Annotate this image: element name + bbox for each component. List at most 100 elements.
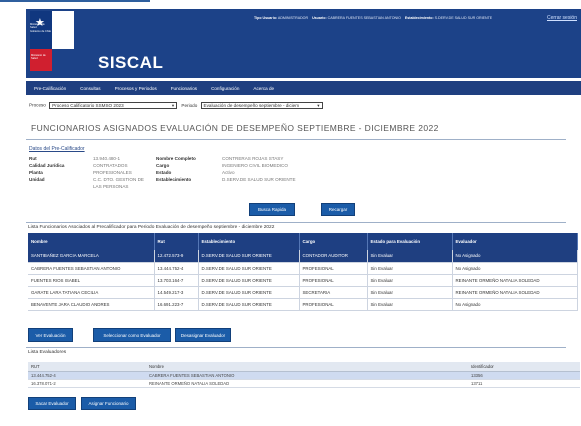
estado-label: Estado bbox=[156, 170, 172, 175]
table-row[interactable]: SANTIBAÑEZ GARCIA MARCELA 12.472.573-9 D… bbox=[28, 250, 578, 263]
menu-item-consultas[interactable]: Consultas bbox=[80, 86, 100, 91]
cell-cargo: CONTADOR AUDITOR bbox=[299, 250, 368, 263]
reload-button[interactable]: Recargar bbox=[321, 203, 355, 216]
establishment-label: Establecimiento: bbox=[404, 16, 434, 20]
menu-item-procesos[interactable]: Procesos y Periodos bbox=[115, 86, 157, 91]
column-header-estado[interactable]: Estado para Evaluación bbox=[367, 233, 453, 250]
table-row[interactable]: 16.378.071-2 REINANTE ORMEÑO NATALIA SOL… bbox=[28, 379, 580, 388]
government-logo: ★ Ministerio de Salud Gobierno de Chile M… bbox=[30, 11, 80, 71]
cell-cargo: PROFESIONAL bbox=[299, 298, 368, 311]
process-label: Proceso bbox=[29, 102, 46, 108]
period-select[interactable]: Evaluación de desempeño septiembre - dic… bbox=[200, 102, 323, 109]
divider bbox=[26, 347, 566, 348]
cargo-label: Cargo bbox=[156, 163, 170, 168]
app-title: SISCAL bbox=[98, 53, 164, 72]
view-evaluation-button[interactable]: Ver Evaluación bbox=[28, 328, 73, 342]
quick-search-button[interactable]: Busca Rapida bbox=[249, 203, 295, 216]
estado-value: Activo bbox=[222, 170, 235, 175]
user-info: Tipo Usuario: ADMINISTRADOR Usuario: CAB… bbox=[254, 16, 492, 20]
table-header-row: Nombre Rut Establecimiento Cargo Estado … bbox=[28, 233, 578, 250]
menu-item-acerca[interactable]: Acerca de bbox=[253, 86, 274, 91]
main-menu: Pre-Calificación Consultas Procesos y Pe… bbox=[26, 81, 581, 95]
evaluadores-list-title: Lista Evaluadores bbox=[28, 350, 67, 355]
cell-estado: Sin Evaluar bbox=[367, 274, 453, 287]
menu-item-precalificacion[interactable]: Pre-Calificación bbox=[34, 86, 66, 91]
column-header-rut[interactable]: RUT bbox=[28, 362, 146, 372]
user-label: Usuario: bbox=[312, 16, 327, 20]
unidad-label: Unidad bbox=[29, 177, 45, 182]
rut-label: Rut bbox=[29, 156, 37, 161]
cell-establecimiento: D.SERV.DE SALUD SUR ORIENTE bbox=[198, 298, 300, 311]
column-header-cargo[interactable]: Cargo bbox=[299, 233, 368, 250]
assign-staff-button[interactable]: Asignar Funcionario bbox=[81, 397, 136, 410]
calidad-label: Calidad Jurídica bbox=[29, 163, 65, 168]
app-header: ★ Ministerio de Salud Gobierno de Chile M… bbox=[26, 9, 581, 78]
cell-identificador: 13711 bbox=[468, 379, 580, 388]
column-header-establecimiento[interactable]: Establecimiento bbox=[198, 233, 300, 250]
cell-rut: 13.703.164-7 bbox=[154, 274, 199, 287]
establecimiento-label: Establecimiento bbox=[156, 177, 192, 182]
cell-cargo: SECRETARIA bbox=[299, 286, 368, 299]
cell-rut: 13.444.752-4 bbox=[28, 371, 146, 380]
cell-nombre: CABRERA FUENTES SEBASTIAN ANTONIO bbox=[28, 262, 155, 275]
menu-item-configuracion[interactable]: Configuración bbox=[211, 86, 239, 91]
planta-label: Planta bbox=[29, 170, 43, 175]
divider bbox=[26, 222, 566, 223]
table-row[interactable]: BENAVENTE JARA CLAUDIO ANDRES 16.691.223… bbox=[28, 298, 578, 311]
select-evaluator-button[interactable]: Seleccionar como Evaluador bbox=[93, 328, 171, 342]
funcionarios-table: Nombre Rut Establecimiento Cargo Estado … bbox=[28, 233, 578, 311]
table-row[interactable]: CABRERA FUENTES SEBASTIAN ANTONIO 13.444… bbox=[28, 262, 578, 275]
period-select-value: Evaluación de desempeño septiembre - dic… bbox=[203, 103, 300, 108]
establecimiento-value: D.SERV.DE SALUD SUR ORIENTE bbox=[222, 177, 296, 182]
planta-value: PROFESIONALES bbox=[93, 170, 132, 175]
remove-evaluator-button[interactable]: Sacar Evaluador bbox=[28, 397, 76, 410]
cell-rut: 14.549.217-3 bbox=[154, 286, 199, 299]
cell-nombre: CABRERA FUENTES SEBASTIAN ANTONIO bbox=[146, 371, 468, 380]
ministry-name-2: Ministerio de Salud bbox=[31, 54, 46, 61]
cell-establecimiento: D.SERV.DE SALUD SUR ORIENTE bbox=[198, 262, 300, 275]
ministry-name: Ministerio de Salud bbox=[30, 23, 45, 30]
nombre-value: CONTRERAS ROJAS STASY bbox=[222, 156, 284, 161]
chevron-down-icon: ▾ bbox=[317, 103, 320, 108]
cell-evaluador: REINANTE ORMEÑO NATALIA SOLEDAD bbox=[452, 274, 578, 287]
rut-value: 13.940.480-1 bbox=[93, 156, 121, 161]
cargo-value: INGENIERO CIVIL BIOMEDICO bbox=[222, 163, 288, 168]
user-type: ADMINISTRADOR bbox=[277, 16, 309, 20]
table-header-row: RUT Nombre Identificador bbox=[28, 362, 580, 372]
cell-establecimiento: D.SERV.DE SALUD SUR ORIENTE bbox=[198, 286, 300, 299]
table-row[interactable]: GARATE LARA TATIANA CECILIA 14.549.217-3… bbox=[28, 286, 578, 299]
cell-nombre: BENAVENTE JARA CLAUDIO ANDRES bbox=[28, 298, 155, 311]
logout-link[interactable]: Cerrar sesión bbox=[547, 15, 577, 21]
cell-nombre: GARATE LARA TATIANA CECILIA bbox=[28, 286, 155, 299]
column-header-nombre[interactable]: Nombre bbox=[146, 362, 468, 372]
period-label: Periodo bbox=[181, 102, 198, 108]
cell-cargo: PROFESIONAL bbox=[299, 262, 368, 275]
column-header-identificador[interactable]: Identificador bbox=[468, 362, 580, 372]
table-row[interactable]: 13.444.752-4 CABRERA FUENTES SEBASTIAN A… bbox=[28, 371, 580, 380]
column-header-nombre[interactable]: Nombre bbox=[28, 233, 155, 250]
column-header-evaluador[interactable]: Evaluador bbox=[452, 233, 578, 250]
unassign-evaluator-button[interactable]: Desasignar Evaluador bbox=[175, 328, 231, 342]
cell-rut: 13.444.752-4 bbox=[154, 262, 199, 275]
cell-estado: Sin Evaluar bbox=[367, 250, 453, 263]
cell-establecimiento: D.SERV.DE SALUD SUR ORIENTE bbox=[198, 274, 300, 287]
menu-item-funcionarios[interactable]: Funcionarios bbox=[171, 86, 197, 91]
process-select[interactable]: Proceso Calificatorio SSMSO 2023 ▾ bbox=[49, 102, 178, 109]
cell-nombre: FUENTES RIOS ISABEL bbox=[28, 274, 155, 287]
cell-rut: 12.472.573-9 bbox=[154, 250, 199, 263]
user-establishment: S.DERV.DE SALUD SUR ORIENTE bbox=[434, 16, 493, 20]
funcionarios-list-title: Lista Funcionarios Asociados al Precalif… bbox=[28, 225, 275, 230]
ministry-subtitle: Gobierno de Chile bbox=[30, 29, 51, 33]
precalificador-section-title: Datos del Pre-Calificador bbox=[29, 146, 85, 152]
column-header-rut[interactable]: Rut bbox=[154, 233, 199, 250]
cell-establecimiento: D.SERV.DE SALUD SUR ORIENTE bbox=[198, 250, 300, 263]
top-accent-strip bbox=[0, 0, 150, 2]
table-row[interactable]: FUENTES RIOS ISABEL 13.703.164-7 D.SERV.… bbox=[28, 274, 578, 287]
cell-identificador: 13356 bbox=[468, 371, 580, 380]
cell-rut: 16.378.071-2 bbox=[28, 379, 146, 388]
cell-cargo: PROFESIONAL bbox=[299, 274, 368, 287]
cell-estado: Sin Evaluar bbox=[367, 286, 453, 299]
divider bbox=[26, 139, 566, 140]
cell-nombre: SANTIBAÑEZ GARCIA MARCELA bbox=[28, 250, 155, 263]
cell-evaluador: REINANTE ORMEÑO NATALIA SOLEDAD bbox=[452, 286, 578, 299]
